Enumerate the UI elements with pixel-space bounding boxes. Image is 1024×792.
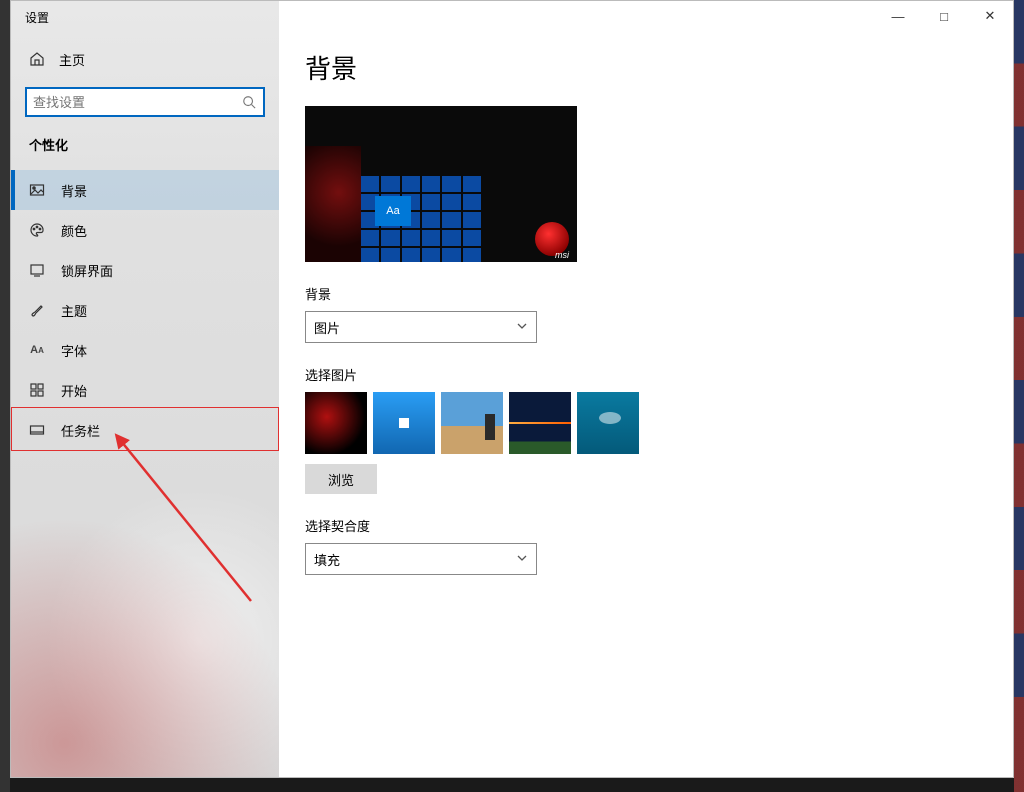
- chevron-down-icon: [516, 552, 528, 567]
- picture-thumb-4[interactable]: [509, 392, 571, 454]
- app-title: 设置: [11, 1, 279, 27]
- brush-icon: [29, 302, 45, 318]
- sidebar-nav: 背景 颜色 锁屏界面: [11, 170, 279, 450]
- grid-icon: [29, 382, 45, 398]
- sidebar-item-start[interactable]: 开始: [11, 370, 279, 410]
- sidebar-home[interactable]: 主页: [11, 41, 279, 77]
- close-button[interactable]: ✕: [967, 1, 1013, 31]
- background-dropdown-value: 图片: [314, 318, 340, 337]
- sidebar-item-label: 任务栏: [61, 421, 100, 440]
- fit-dropdown-value: 填充: [314, 550, 340, 569]
- sidebar-home-label: 主页: [59, 50, 85, 69]
- picture-thumbnails: [305, 392, 987, 454]
- settings-window: 设置 主页 个性化: [10, 0, 1014, 778]
- background-dropdown[interactable]: 图片: [305, 311, 537, 343]
- sidebar-item-label: 字体: [61, 341, 87, 360]
- image-icon: [29, 182, 45, 198]
- fit-label: 选择契合度: [305, 516, 987, 535]
- picture-thumb-3[interactable]: [441, 392, 503, 454]
- lock-screen-icon: [29, 262, 45, 278]
- preview-sample-text: Aa: [375, 196, 411, 226]
- os-taskbar-sliver: [10, 778, 1014, 792]
- sidebar: 设置 主页 个性化: [11, 1, 279, 777]
- chevron-down-icon: [516, 320, 528, 335]
- preview-dragon-art: [305, 146, 361, 262]
- sidebar-item-label: 锁屏界面: [61, 261, 113, 280]
- desktop-preview: Aa msi: [305, 106, 577, 262]
- sidebar-item-background[interactable]: 背景: [11, 170, 279, 210]
- sidebar-item-label: 开始: [61, 381, 87, 400]
- sidebar-item-lockscreen[interactable]: 锁屏界面: [11, 250, 279, 290]
- background-label: 背景: [305, 284, 987, 303]
- picture-thumb-2[interactable]: [373, 392, 435, 454]
- palette-icon: [29, 222, 45, 238]
- taskbar-icon: [29, 422, 45, 438]
- window-controls: — □ ✕: [875, 1, 1013, 31]
- content-area: — □ ✕ 背景 Aa msi 背景 图片 选择图片: [279, 1, 1013, 777]
- search-input-wrap[interactable]: [25, 87, 265, 117]
- sidebar-item-themes[interactable]: 主题: [11, 290, 279, 330]
- search-input[interactable]: [27, 89, 235, 115]
- minimize-button[interactable]: —: [875, 1, 921, 31]
- home-icon: [29, 51, 45, 67]
- fit-dropdown[interactable]: 填充: [305, 543, 537, 575]
- sidebar-item-fonts[interactable]: AA 字体: [11, 330, 279, 370]
- maximize-button[interactable]: □: [921, 1, 967, 31]
- sidebar-section-title: 个性化: [29, 135, 279, 154]
- search-icon: [235, 95, 263, 109]
- choose-picture-label: 选择图片: [305, 365, 987, 384]
- sidebar-item-label: 颜色: [61, 221, 87, 240]
- picture-thumb-1[interactable]: [305, 392, 367, 454]
- preview-msi-label: msi: [555, 250, 569, 260]
- picture-thumb-5[interactable]: [577, 392, 639, 454]
- sidebar-item-taskbar[interactable]: 任务栏: [11, 410, 279, 450]
- browse-button[interactable]: 浏览: [305, 464, 377, 494]
- font-icon: AA: [29, 342, 45, 358]
- annotation-arrow: [111, 431, 271, 611]
- sidebar-item-label: 背景: [61, 181, 87, 200]
- page-title: 背景: [305, 49, 987, 86]
- sidebar-item-color[interactable]: 颜色: [11, 210, 279, 250]
- sidebar-item-label: 主题: [61, 301, 87, 320]
